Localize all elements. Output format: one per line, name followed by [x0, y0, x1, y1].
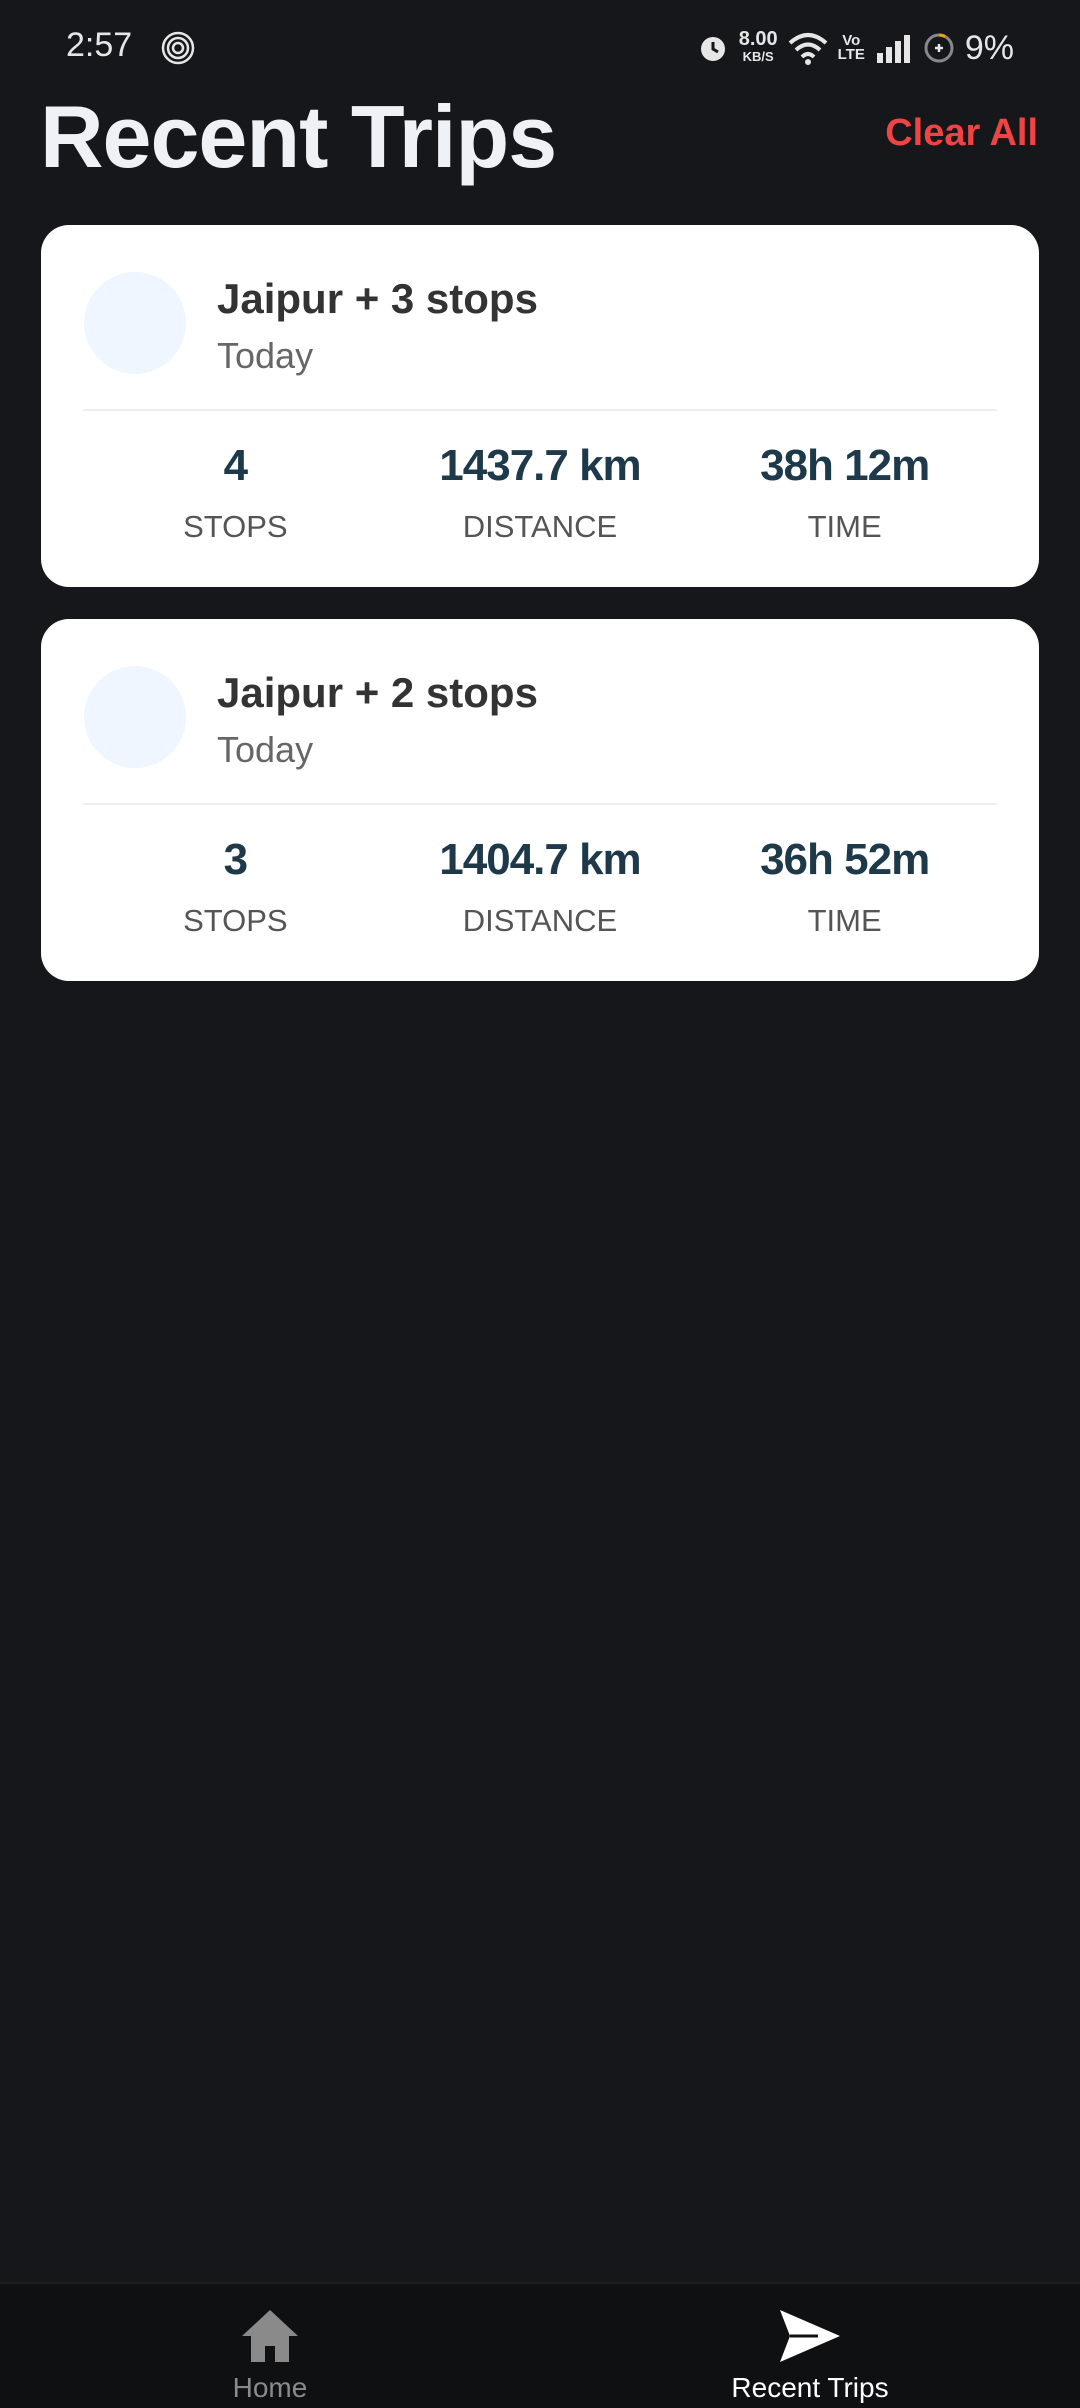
volte-indicator: Vo LTE — [837, 33, 865, 63]
stat-value: 38h 12m — [760, 441, 930, 490]
stat-value: 36h 52m — [760, 835, 930, 884]
trip-list: Jaipur + 3 stops Today 4 STOPS 1437.7 km… — [41, 225, 1039, 1013]
status-icons: 8.00 KB/S Vo LTE 9% — [697, 24, 1014, 72]
nav-label-recent-trips: Recent Trips — [731, 2372, 889, 2403]
trip-title: Jaipur + 2 stops — [217, 669, 538, 716]
stat-stops: 4 STOPS — [85, 441, 385, 545]
trip-card[interactable]: Jaipur + 3 stops Today 4 STOPS 1437.7 km… — [41, 225, 1039, 587]
net-speed: 8.00 KB/S — [738, 28, 778, 65]
stat-label: TIME — [807, 509, 882, 544]
wifi-icon — [788, 33, 827, 65]
trip-avatar — [84, 666, 186, 768]
stat-value: 4 — [223, 441, 249, 490]
battery-icon — [924, 33, 954, 63]
stat-label: STOPS — [183, 509, 288, 544]
stat-label: DISTANCE — [462, 509, 618, 544]
nav-home[interactable]: Home — [0, 2284, 540, 2408]
screen: 2:57 8.00 KB/S Vo LTE 9% Recent Trips Cl… — [0, 0, 1080, 2408]
stat-time: 36h 52m TIME — [695, 835, 995, 939]
stat-value: 1437.7 km — [439, 441, 641, 490]
trip-card[interactable]: Jaipur + 2 stops Today 3 STOPS 1404.7 km… — [41, 619, 1039, 981]
stat-label: TIME — [807, 903, 882, 938]
bottom-nav: Home Recent Trips — [0, 2282, 1080, 2408]
battery-percent: 9% — [964, 28, 1014, 67]
volte-bottom: LTE — [837, 46, 865, 63]
status-bar: 2:57 8.00 KB/S Vo LTE 9% — [0, 0, 1080, 96]
divider — [83, 803, 997, 805]
trip-date: Today — [217, 335, 314, 376]
stat-value: 1404.7 km — [439, 835, 641, 884]
clear-all-button[interactable]: Clear All — [885, 112, 1038, 155]
net-speed-unit: KB/S — [742, 49, 774, 64]
trip-stats: 3 STOPS 1404.7 km DISTANCE 36h 52m TIME — [83, 835, 997, 939]
divider — [83, 409, 997, 411]
trip-stats: 4 STOPS 1437.7 km DISTANCE 38h 12m TIME — [83, 441, 997, 545]
status-time: 2:57 — [66, 26, 133, 64]
fingerprint-icon — [161, 31, 195, 65]
stat-value: 3 — [223, 835, 249, 884]
alarm-icon — [700, 37, 725, 61]
stat-label: DISTANCE — [462, 903, 618, 938]
trip-avatar — [84, 272, 186, 374]
net-speed-value: 8.00 — [738, 28, 778, 50]
nav-recent-trips[interactable]: Recent Trips — [540, 2284, 1080, 2408]
page-title: Recent Trips — [40, 87, 557, 186]
signal-icon — [876, 35, 910, 63]
stat-time: 38h 12m TIME — [695, 441, 995, 545]
stat-distance: 1404.7 km DISTANCE — [390, 835, 690, 939]
trip-title: Jaipur + 3 stops — [217, 275, 538, 322]
nav-label-home: Home — [232, 2372, 308, 2403]
send-icon — [780, 2310, 840, 2362]
stat-distance: 1437.7 km DISTANCE — [390, 441, 690, 545]
stat-label: STOPS — [183, 903, 288, 938]
trip-date: Today — [217, 729, 314, 770]
home-icon — [242, 2310, 298, 2362]
stat-stops: 3 STOPS — [85, 835, 385, 939]
